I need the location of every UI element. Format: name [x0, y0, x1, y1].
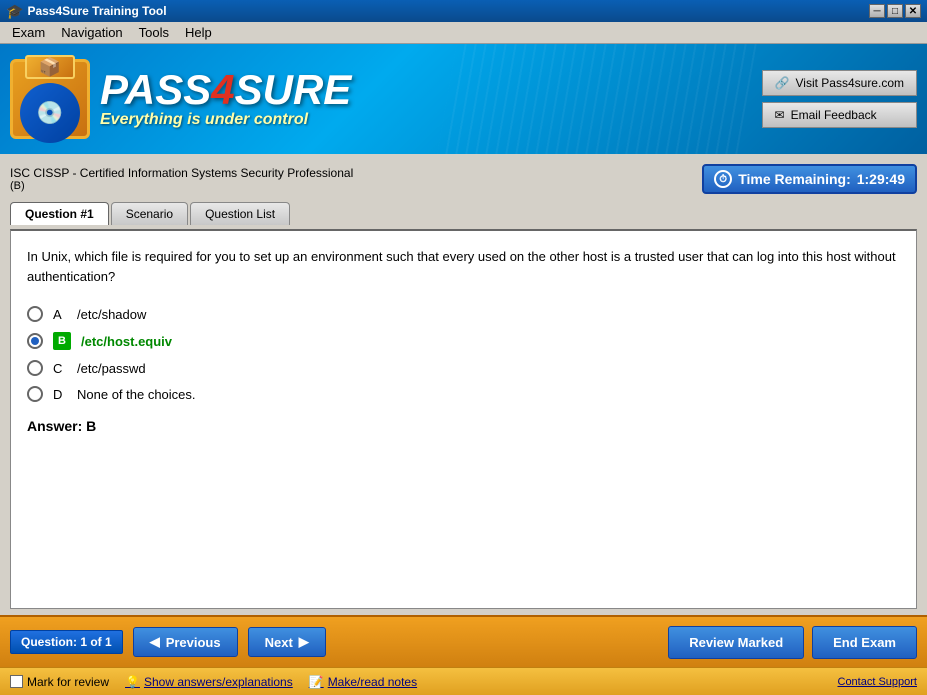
- answer-line: Answer: B: [27, 418, 900, 434]
- radio-b-fill: [31, 337, 39, 345]
- exam-subtitle: (B): [10, 180, 353, 192]
- close-button[interactable]: ✕: [905, 4, 921, 18]
- radio-c[interactable]: [27, 360, 43, 376]
- option-letter-b-badge: B: [53, 332, 71, 350]
- option-letter-c: C: [53, 361, 67, 376]
- app-title: Pass4Sure Training Tool: [27, 4, 166, 18]
- notes-icon: 📝: [309, 675, 324, 689]
- mark-for-review-item: Mark for review: [10, 675, 109, 689]
- question-counter: Question: 1 of 1: [10, 630, 123, 654]
- tagline: Everything is under control: [100, 111, 351, 129]
- app-icon: 🎓: [6, 3, 23, 20]
- option-letter-d: D: [53, 387, 67, 402]
- external-link-icon: 🔗: [775, 76, 790, 90]
- next-arrow-icon: ▶: [299, 634, 309, 650]
- mark-for-review-label: Mark for review: [27, 675, 109, 689]
- prev-arrow-icon: ◀: [150, 634, 160, 650]
- show-answers-link[interactable]: 💡 Show answers/explanations: [125, 675, 293, 689]
- exam-title-area: ISC CISSP - Certified Information System…: [10, 160, 917, 198]
- answer-label: Answer:: [27, 418, 82, 434]
- maximize-button[interactable]: □: [887, 4, 903, 18]
- radio-d[interactable]: [27, 386, 43, 402]
- exam-info: ISC CISSP - Certified Information System…: [10, 166, 353, 192]
- logo-box: 📦 💿: [10, 59, 90, 139]
- clock-icon: ⏱: [714, 170, 732, 188]
- content-area: ISC CISSP - Certified Information System…: [0, 154, 927, 615]
- radio-a[interactable]: [27, 306, 43, 322]
- header-banner: 📦 💿 PASS4SURE Everything is under contro…: [0, 44, 927, 154]
- question-text: In Unix, which file is required for you …: [27, 247, 900, 286]
- cd-icon: 💿: [20, 83, 80, 143]
- four-text: 4: [211, 66, 234, 113]
- exam-title: ISC CISSP - Certified Information System…: [10, 166, 353, 180]
- tab-scenario[interactable]: Scenario: [111, 202, 188, 225]
- lightbulb-icon: 💡: [125, 675, 140, 689]
- timer-value: 1:29:49: [857, 171, 905, 187]
- option-c[interactable]: C /etc/passwd: [27, 360, 900, 376]
- bottom-nav-bar: Question: 1 of 1 ◀ Previous Next ▶ Revie…: [0, 615, 927, 667]
- brand-name: PASS4SURE: [100, 69, 351, 111]
- sure-text: SURE: [235, 66, 352, 113]
- window-controls: ─ □ ✕: [869, 4, 921, 18]
- option-text-a: /etc/shadow: [77, 307, 146, 322]
- timer-label: Time Remaining:: [738, 171, 851, 187]
- option-b[interactable]: B /etc/host.equiv: [27, 332, 900, 350]
- sub-bottom-bar: Mark for review 💡 Show answers/explanati…: [0, 667, 927, 695]
- title-bar: 🎓 Pass4Sure Training Tool ─ □ ✕: [0, 0, 927, 22]
- tab-questionlist[interactable]: Question List: [190, 202, 290, 225]
- email-icon: ✉: [775, 108, 785, 122]
- tab-question1[interactable]: Question #1: [10, 202, 109, 225]
- option-letter-a: A: [53, 307, 67, 322]
- menu-bar: Exam Navigation Tools Help: [0, 22, 927, 44]
- visit-pass4sure-button[interactable]: 🔗 Visit Pass4sure.com: [762, 70, 917, 96]
- review-marked-button[interactable]: Review Marked: [668, 626, 804, 659]
- minimize-button[interactable]: ─: [869, 4, 885, 18]
- answer-value: B: [86, 418, 96, 434]
- menu-help[interactable]: Help: [177, 23, 220, 42]
- option-a[interactable]: A /etc/shadow: [27, 306, 900, 322]
- mark-for-review-checkbox[interactable]: [10, 675, 23, 688]
- email-feedback-button[interactable]: ✉ Email Feedback: [762, 102, 917, 128]
- option-text-d: None of the choices.: [77, 387, 196, 402]
- menu-tools[interactable]: Tools: [131, 23, 177, 42]
- option-d[interactable]: D None of the choices.: [27, 386, 900, 402]
- header-buttons: 🔗 Visit Pass4sure.com ✉ Email Feedback: [762, 70, 917, 128]
- contact-support-link[interactable]: Contact Support: [838, 676, 918, 688]
- tabs-bar: Question #1 Scenario Question List: [10, 202, 917, 225]
- end-exam-button[interactable]: End Exam: [812, 626, 917, 659]
- question-panel: In Unix, which file is required for you …: [10, 229, 917, 609]
- bottom-actions: Review Marked End Exam: [668, 626, 917, 659]
- previous-button[interactable]: ◀ Previous: [133, 627, 238, 657]
- timer-badge: ⏱ Time Remaining: 1:29:49: [702, 164, 917, 194]
- pass-text: PASS: [100, 66, 211, 113]
- logo-text: PASS4SURE Everything is under control: [100, 69, 351, 129]
- menu-navigation[interactable]: Navigation: [53, 23, 130, 42]
- make-notes-link[interactable]: 📝 Make/read notes: [309, 675, 417, 689]
- next-button[interactable]: Next ▶: [248, 627, 326, 657]
- option-text-b: /etc/host.equiv: [81, 334, 172, 349]
- header-decoration: [437, 44, 756, 154]
- radio-b[interactable]: [27, 333, 43, 349]
- menu-exam[interactable]: Exam: [4, 23, 53, 42]
- option-text-c: /etc/passwd: [77, 361, 146, 376]
